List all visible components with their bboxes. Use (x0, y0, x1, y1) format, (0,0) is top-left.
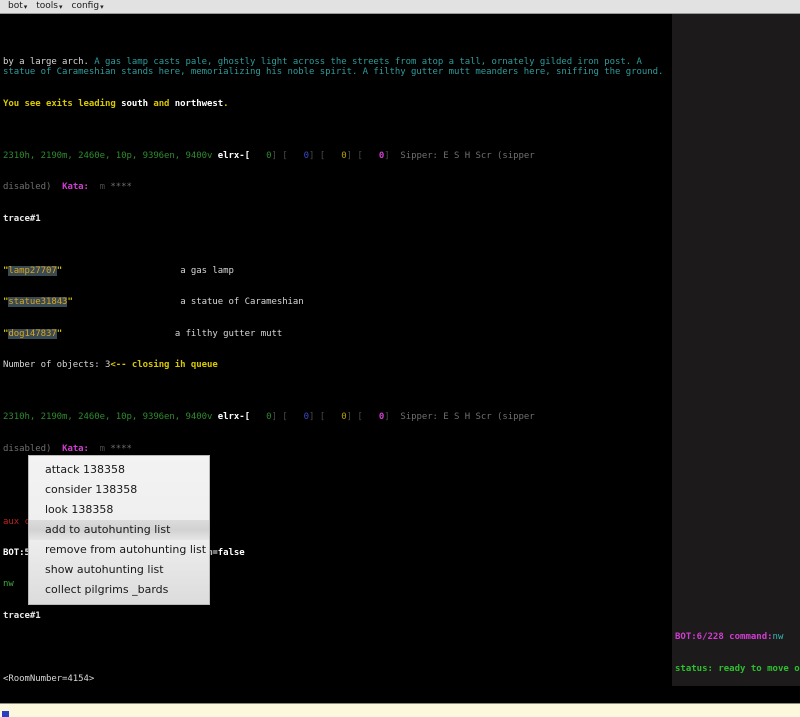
context-menu-item-remove-autohunting[interactable]: remove from autohunting list (29, 540, 209, 560)
object-count: Number of objects: 3 (3, 359, 111, 370)
prompt-kata-label: Kata: (62, 443, 89, 454)
queue-note: <-- closing ih queue (110, 359, 218, 370)
object-count-line: Number of objects: 3<-- closing ih queue (3, 360, 670, 370)
status-text: status: ready to move on (675, 663, 800, 674)
chevron-down-icon: ▾ (23, 3, 28, 11)
prompt-sipper: Sipper: E S H Scr (sipper (389, 412, 535, 423)
prompt-line-2: disabled) Kata: m **** (3, 444, 670, 454)
trace-line: trace#1 (3, 611, 670, 621)
prompt-elrx: elrx-[ (217, 150, 250, 161)
prompt-kata-label: Kata: (62, 182, 89, 193)
bot-label: BOT:6/228 command: (675, 632, 773, 643)
bot-status-line: status: ready to move on (675, 664, 800, 674)
panel-spacer (675, 35, 800, 580)
exits-conj: and (147, 98, 175, 109)
prompt-sipper: Sipper: E S H Scr (sipper (389, 150, 535, 161)
prompt-line: 2310h, 2190m, 2460e, 10p, 9396en, 9400v … (3, 151, 670, 161)
console-line: by a large arch. A gas lamp casts pale, … (3, 57, 670, 78)
menu-bot-label: bot (8, 1, 23, 11)
prompt-sep: ] [ (346, 150, 363, 161)
menu-tools-label: tools (36, 1, 58, 11)
bot-command: nw (772, 632, 784, 643)
bot-status-panel[interactable]: BOT:6/228 command:nw status: ready to mo… (672, 14, 800, 686)
chevron-down-icon: ▾ (59, 3, 63, 11)
prompt-vitals: 2310h, 2190m, 2460e, 10p, 9396en, 9400v (3, 150, 218, 161)
room-desc-cyan: A gas lamp casts pale, ghostly light acr… (3, 56, 664, 78)
trace-label: trace#1 (3, 213, 41, 224)
context-menu-item-show-autohunting[interactable]: show autohunting list (29, 560, 209, 580)
object-row[interactable]: "statue31843" a statue of Carameshian (3, 297, 670, 308)
prompt-sep: ] [ (309, 412, 326, 423)
prompt-sep: ] [ (346, 412, 363, 423)
text-cursor (2, 710, 9, 717)
context-menu-item-attack[interactable]: attack 138358 (29, 460, 209, 480)
context-menu-item-collect-pilgrims[interactable]: collect pilgrims _bards (29, 580, 209, 600)
object-id[interactable]: dog147837 (8, 328, 57, 339)
prompt-sep: ] [ (271, 412, 288, 423)
echo-nw: nw (3, 579, 14, 590)
exit-direction: northwest (174, 98, 224, 109)
prompt-elrx: elrx-[ (217, 412, 250, 423)
prompt-sipper-disabled: disabled) (3, 182, 52, 193)
object-id[interactable]: lamp27707 (8, 265, 57, 276)
bot-command-header: BOT:6/228 command:nw (675, 632, 800, 642)
prompt-kata-stars: **** (110, 443, 132, 454)
exits-prefix: You see exits leading (3, 98, 122, 109)
console-line-exits: You see exits leading south and northwes… (3, 99, 670, 109)
prompt-vitals: 2310h, 2190m, 2460e, 10p, 9396en, 9400v (3, 412, 218, 423)
room-desc-tail: by a large arch. (3, 56, 89, 67)
menu-config[interactable]: config ▾ (70, 0, 111, 13)
prompt-line: 2310h, 2190m, 2460e, 10p, 9396en, 9400v … (3, 412, 670, 422)
context-menu-item-consider[interactable]: consider 138358 (29, 480, 209, 500)
prompt-kata-stars: **** (110, 182, 132, 193)
exit-direction: south (121, 98, 148, 109)
context-menu-item-add-autohunting[interactable]: add to autohunting list (29, 520, 209, 540)
menu-bot[interactable]: bot ▾ (6, 0, 34, 13)
object-context-menu[interactable]: attack 138358 consider 138358 look 13835… (28, 455, 210, 605)
roomnumber-line: <RoomNumber=4154> (3, 674, 670, 684)
context-menu-item-look[interactable]: look 138358 (29, 500, 209, 520)
command-input-bar[interactable] (0, 703, 800, 717)
object-desc: a filthy gutter mutt (174, 328, 283, 339)
vitals-status-bar: [2310h|100%][2190M|100%][2460E|112%][10P… (0, 686, 800, 703)
menu-bar: bot ▾ tools ▾ config ▾ (0, 0, 800, 14)
menu-config-label: config (71, 1, 100, 11)
chevron-down-icon: ▾ (100, 3, 104, 11)
object-desc: a statue of Carameshian (180, 297, 304, 308)
prompt-line-2: disabled) Kata: m **** (3, 182, 670, 192)
exits-end: . (223, 98, 229, 109)
menu-tools[interactable]: tools ▾ (34, 0, 69, 13)
trace-label: trace#1 (3, 610, 41, 621)
bot-status-block: BOT:6/228 command:nw status: ready to mo… (675, 611, 800, 686)
room-number: <RoomNumber=4154> (3, 673, 95, 684)
object-row[interactable]: "dog147837" a filthy gutter mutt (3, 328, 670, 339)
object-row[interactable]: "lamp27707" a gas lamp (3, 265, 670, 276)
trace-line: trace#1 (3, 214, 670, 224)
mud-client-window: bot ▾ tools ▾ config ▾ by a large arch. … (0, 0, 800, 717)
prompt-sipper-disabled: disabled) (3, 443, 52, 454)
object-desc: a gas lamp (180, 265, 234, 276)
prompt-sep: ] [ (271, 150, 288, 161)
object-id[interactable]: statue31843 (8, 297, 67, 308)
prompt-sep: ] [ (309, 150, 326, 161)
